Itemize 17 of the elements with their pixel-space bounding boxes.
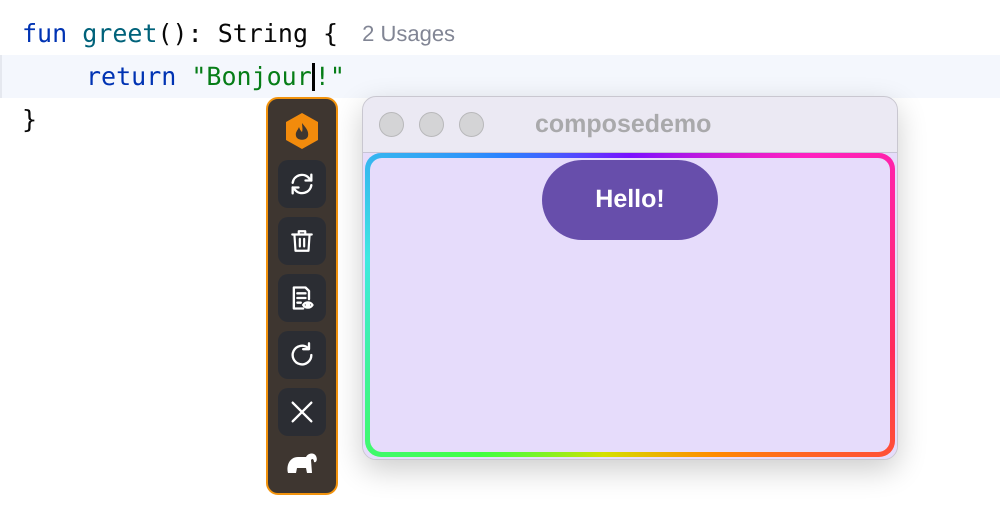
hello-button[interactable]: Hello!	[542, 160, 718, 240]
usages-hint[interactable]: 2 Usages	[362, 17, 456, 50]
close-button[interactable]	[278, 388, 326, 436]
text-caret	[312, 62, 315, 90]
code-token: !"	[314, 60, 345, 93]
sync-button[interactable]	[278, 160, 326, 208]
code-token: return	[86, 60, 178, 93]
preview-button[interactable]	[278, 274, 326, 322]
delete-button[interactable]	[278, 217, 326, 265]
window-title: composedemo	[535, 108, 712, 140]
code-token: }	[22, 104, 38, 136]
code-token: "Bonjour	[191, 60, 312, 93]
code-token: greet	[82, 18, 158, 50]
reload-button[interactable]	[278, 331, 326, 379]
code-token: (): String {	[157, 18, 338, 50]
code-token: fun	[22, 18, 68, 50]
trash-icon	[289, 228, 315, 254]
